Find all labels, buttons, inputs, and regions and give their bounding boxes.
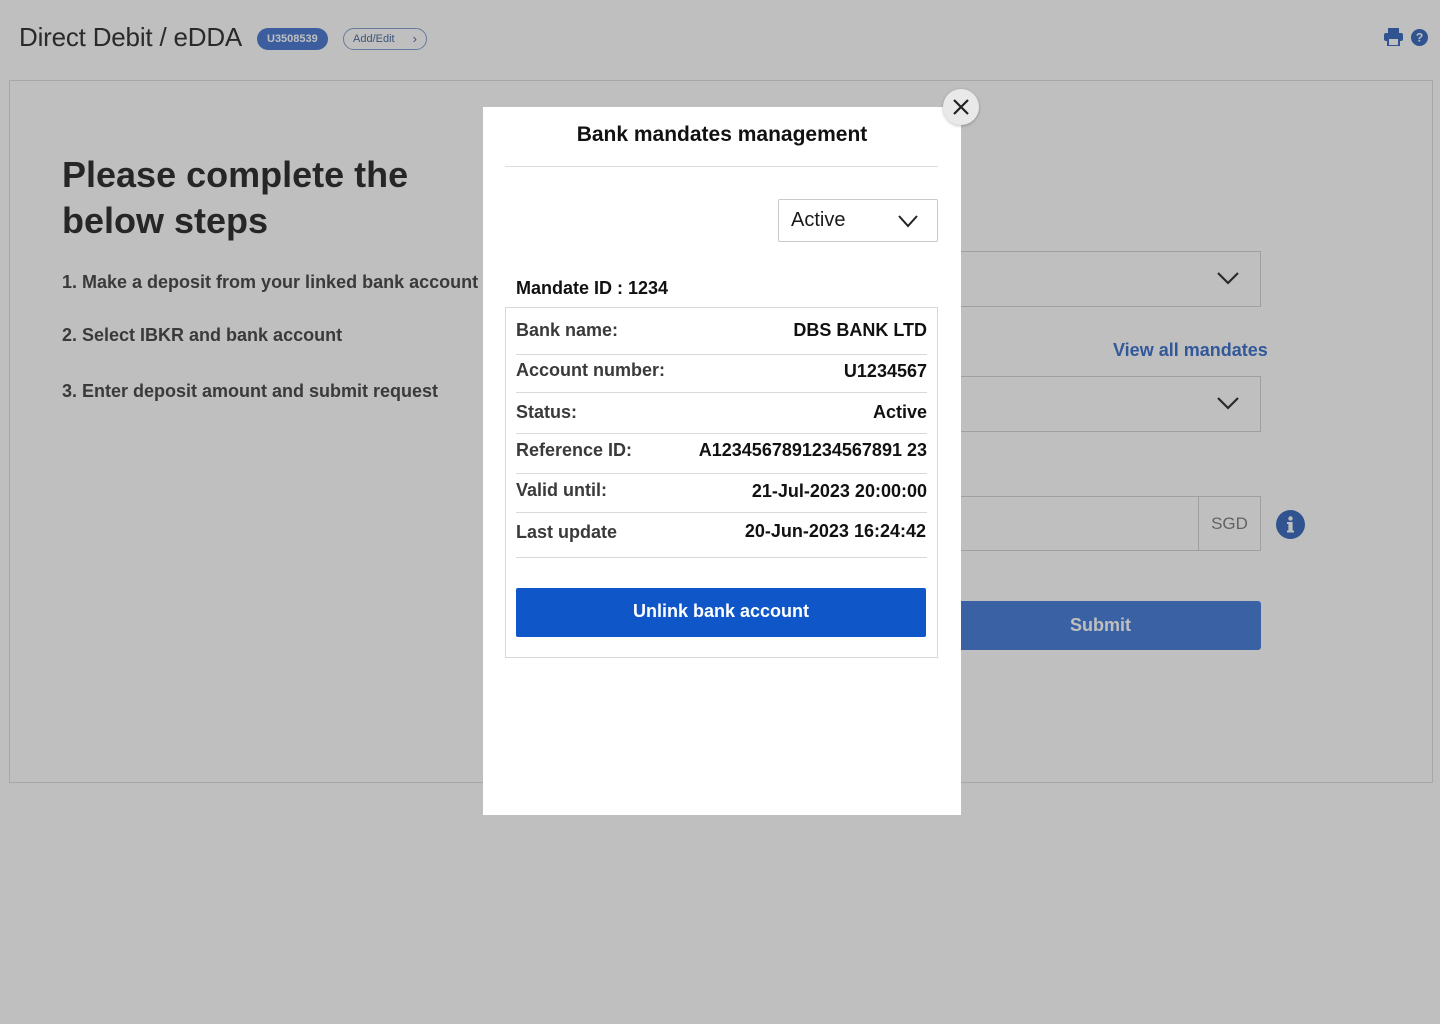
detail-row-account-number: Account number: U1234567 — [516, 355, 927, 393]
detail-label: Valid until: — [516, 480, 608, 500]
mandate-details: Bank name: DBS BANK LTD Account number: … — [505, 307, 938, 658]
detail-value: 20-Jun-2023 16:24:42 — [744, 521, 926, 541]
bank-mandates-modal: Bank mandates management Active Mandate … — [483, 107, 961, 815]
close-modal-button[interactable] — [943, 89, 979, 125]
detail-row-status: Status: Active — [516, 393, 927, 434]
detail-value: 21-Jul-2023 20:00:00 — [751, 481, 927, 501]
detail-row-valid-until: Valid until: 21-Jul-2023 20:00:00 — [516, 474, 927, 513]
detail-label: Status: — [516, 402, 578, 422]
unlink-bank-account-button[interactable]: Unlink bank account — [516, 588, 926, 637]
detail-value: DBS BANK LTD — [793, 320, 927, 340]
status-filter-value: Active — [791, 209, 846, 231]
chevron-down-icon — [898, 215, 918, 228]
detail-label: Reference ID: — [516, 440, 633, 460]
detail-value: A1234567891234567891 23 — [698, 440, 927, 460]
detail-row-last-update: Last update 20-Jun-2023 16:24:42 — [516, 513, 927, 558]
modal-divider — [505, 166, 938, 167]
detail-row-bank-name: Bank name: DBS BANK LTD — [516, 310, 927, 355]
detail-row-reference-id: Reference ID: A1234567891234567891 23 — [516, 434, 927, 474]
modal-title: Bank mandates management — [576, 123, 868, 146]
mandate-id: Mandate ID : 1234 — [516, 278, 669, 298]
close-icon — [953, 99, 969, 115]
status-filter-select[interactable]: Active — [778, 199, 938, 242]
detail-value: Active — [872, 402, 927, 422]
detail-value: U1234567 — [843, 361, 927, 381]
detail-label: Last update — [516, 522, 618, 542]
detail-label: Account number: — [516, 360, 666, 380]
detail-label: Bank name: — [516, 320, 619, 340]
